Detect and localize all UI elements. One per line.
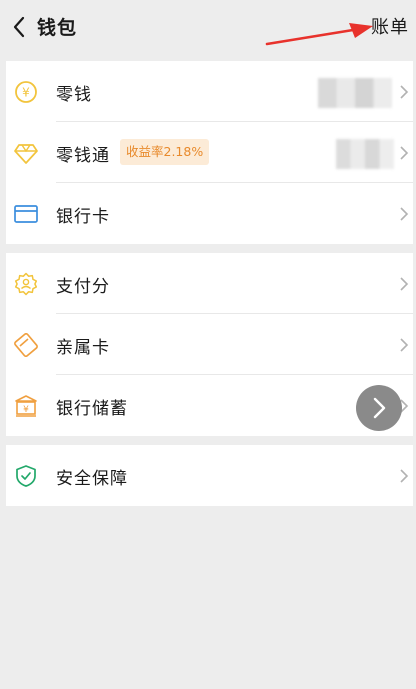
shield-check-icon	[16, 465, 36, 487]
list-item-label: 零钱通	[56, 146, 110, 166]
list-item-bank-card[interactable]: 银行卡	[6, 183, 413, 244]
header-bar: 钱包 账单	[3, 0, 413, 54]
list-item-bank-savings[interactable]: ¥ 银行储蓄	[6, 375, 413, 436]
chevron-right-icon	[400, 338, 409, 352]
list-item-change-plus[interactable]: 零钱通 收益率2.18%	[6, 122, 413, 183]
annotation-arrow-icon	[265, 23, 373, 46]
list-item-label: 银行储蓄	[56, 399, 128, 419]
back-arrow-icon[interactable]	[9, 14, 31, 40]
chevron-right-icon	[400, 469, 409, 483]
wallet-screen: 钱包 账单 ¥ 零钱 零钱通 收益率2.18% 银行卡 支付分 亲属卡 ¥ 银行…	[3, 0, 413, 689]
yield-rate-badge: 收益率2.18%	[120, 139, 210, 165]
diamond-icon	[14, 144, 38, 164]
chevron-right-icon	[400, 85, 409, 99]
chevron-right-icon	[400, 277, 409, 291]
page-title: 钱包	[37, 17, 78, 39]
list-item-label: 银行卡	[56, 207, 110, 227]
pay-score-icon	[14, 272, 38, 296]
list-item-label: 安全保障	[56, 469, 128, 489]
floating-next-button[interactable]	[356, 385, 402, 431]
wallet-group-services: 支付分 亲属卡 ¥ 银行储蓄	[6, 253, 413, 436]
chevron-right-icon	[400, 207, 409, 221]
yuan-coin-icon: ¥	[15, 81, 37, 103]
wallet-group-security: 安全保障	[6, 445, 413, 506]
list-item-label: 支付分	[56, 277, 110, 297]
list-item-family-card[interactable]: 亲属卡	[6, 314, 413, 375]
list-item-label: 亲属卡	[56, 338, 110, 358]
bank-card-icon	[14, 205, 38, 223]
masked-balance	[336, 139, 394, 169]
bank-savings-icon: ¥	[15, 395, 37, 417]
svg-text:¥: ¥	[23, 405, 29, 415]
list-item-label: 零钱	[56, 85, 92, 105]
list-item-security[interactable]: 安全保障	[6, 445, 413, 506]
list-item-pay-score[interactable]: 支付分	[6, 253, 413, 314]
family-card-icon	[14, 333, 38, 357]
chevron-right-icon	[373, 397, 386, 419]
chevron-right-icon	[400, 146, 409, 160]
list-item-change[interactable]: ¥ 零钱	[6, 61, 413, 122]
masked-balance	[318, 78, 392, 108]
svg-text:¥: ¥	[22, 86, 30, 100]
wallet-group-balance: ¥ 零钱 零钱通 收益率2.18% 银行卡	[6, 61, 413, 244]
bill-button[interactable]: 账单	[371, 13, 409, 39]
